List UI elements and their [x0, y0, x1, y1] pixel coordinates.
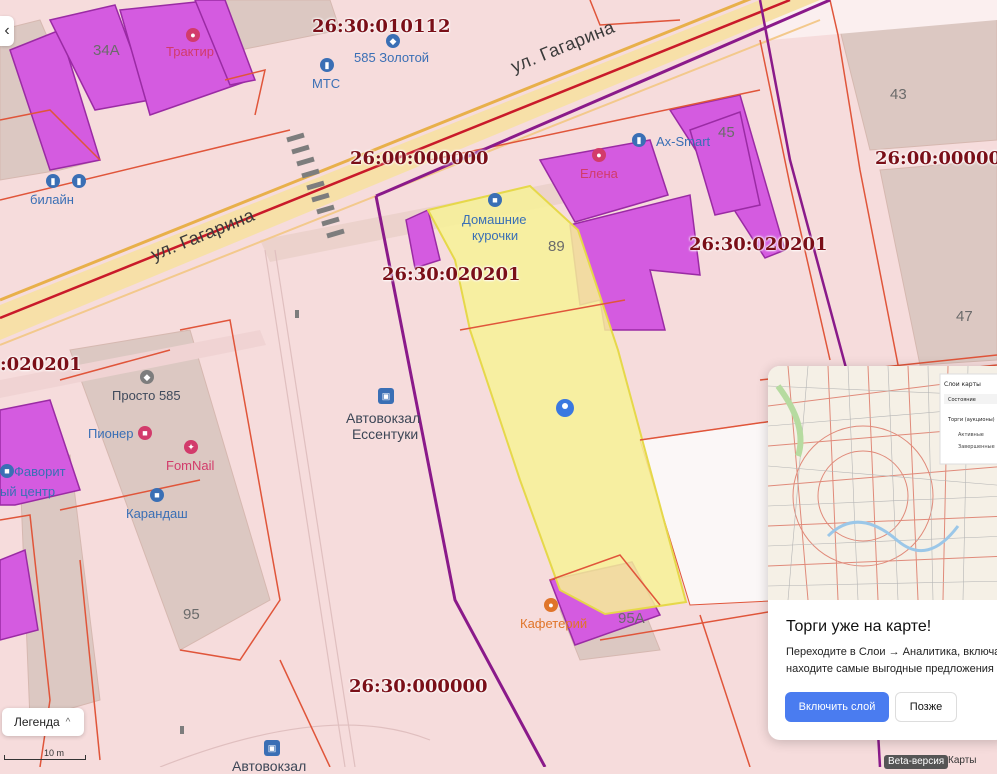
promo-text-line2: находите самые выгодные предложения: [786, 663, 994, 675]
poi-pioner[interactable]: Пионер: [88, 426, 133, 441]
poi-mts[interactable]: МТС: [312, 76, 340, 91]
promo-text: Переходите в Слои → Аналитика, включайте…: [786, 644, 997, 678]
cadastral-label-020201-center: 26:30:020201: [382, 264, 521, 285]
scale-bar: 10 m: [4, 748, 86, 762]
preview-item-3: Активные: [958, 432, 984, 438]
parcel-marker-icon: [556, 399, 574, 417]
phone-shop-icon: ▮: [320, 58, 334, 72]
enable-layer-button[interactable]: Включить слой: [785, 692, 889, 722]
shop-bag-icon-favorit: ■: [0, 464, 14, 478]
legend-label: Легенда: [14, 715, 60, 729]
poi-avtovokzal-line1[interactable]: Автовокзал: [346, 410, 420, 426]
poi-favorit[interactable]: Фаворит: [14, 464, 66, 479]
cadastral-label-000000-top: 26:00:000000: [350, 148, 489, 169]
restaurant-icon: ●: [186, 28, 200, 42]
cadastral-label-30-000000-bottom: 26:30:000000: [349, 676, 488, 697]
jewelry-icon-prosto: ◆: [140, 370, 154, 384]
poi-prosto-585[interactable]: Просто 585: [112, 388, 181, 403]
poi-kurochki-line2[interactable]: курочки: [472, 228, 518, 243]
legend-button[interactable]: Легенда ^: [2, 708, 84, 736]
poi-traktir[interactable]: Трактир: [166, 44, 214, 59]
building-number-43: 43: [890, 86, 907, 103]
poi-ax-smart[interactable]: Ax-Smart: [656, 134, 710, 149]
preview-item-4: Завершенные: [958, 444, 995, 450]
promo-card: Слои карты Состояние Торги (аукционы) Ак…: [768, 366, 997, 740]
cafe-icon: ●: [544, 598, 558, 612]
poi-elena[interactable]: Елена: [580, 166, 618, 181]
promo-map-preview: Слои карты Состояние Торги (аукционы) Ак…: [768, 366, 997, 601]
building-number-95: 95: [183, 606, 200, 623]
promo-text-line1: Переходите в Слои → Аналитика, включайте: [786, 646, 997, 658]
bus-station-icon-bottom: ▣: [264, 740, 280, 756]
cadastral-label-010112: 26:30:010112: [312, 16, 451, 37]
poi-beeline[interactable]: билайн: [30, 192, 74, 207]
maps-link[interactable]: Карты: [948, 755, 977, 766]
poi-kurochki-line1[interactable]: Домашние: [462, 212, 526, 227]
building-number-95a: 95А: [618, 610, 645, 627]
building-number-34a: 34А: [93, 42, 120, 59]
cadastral-label-020201-right: 26:30:020201: [689, 234, 828, 255]
building-number-47: 47: [956, 308, 973, 325]
preview-item-1: Состояние: [948, 397, 976, 403]
phone-shop-icon-ax: ▮: [632, 133, 646, 147]
jewelry-icon: ◆: [386, 34, 400, 48]
shop-icon-pioner: ■: [138, 426, 152, 440]
preview-panel-title: Слои карты: [944, 381, 981, 388]
poi-karandash[interactable]: Карандаш: [126, 506, 188, 521]
poi-avtovokzal-bottom[interactable]: Автовокзал: [232, 758, 306, 774]
back-chevron-icon[interactable]: ‹: [0, 16, 14, 46]
poi-585-zolotoy[interactable]: 585 Золотой: [354, 50, 429, 65]
beauty-icon-fomnail: ✦: [184, 440, 198, 454]
poi-avtovokzal-line2[interactable]: Ессентуки: [352, 426, 418, 442]
phone-shop-icon-beeline-2: ▮: [72, 174, 86, 188]
scale-label: 10 m: [44, 748, 65, 758]
bus-station-icon: ▣: [378, 388, 394, 404]
later-button[interactable]: Позже: [895, 692, 957, 722]
chevron-up-icon: ^: [65, 716, 71, 728]
cadastral-label-000000-right: 26:00:000000: [875, 148, 997, 169]
shop-bag-icon-karandash: ■: [150, 488, 164, 502]
preview-item-2: Торги (аукционы): [947, 417, 995, 423]
building-number-45: 45: [718, 124, 735, 141]
poi-kafeteriy[interactable]: Кафетерий: [520, 616, 587, 631]
poi-fomnail[interactable]: FomNail: [166, 458, 214, 473]
poi-favorit-center[interactable]: ый центр: [0, 484, 55, 499]
promo-title: Торги уже на карте!: [786, 618, 932, 635]
restaurant-icon-elena: ●: [592, 148, 606, 162]
shop-bag-icon: ■: [488, 193, 502, 207]
building-number-89: 89: [548, 238, 565, 255]
cadastral-label-020201-left: :020201: [0, 354, 82, 375]
phone-shop-icon-beeline: ▮: [46, 174, 60, 188]
